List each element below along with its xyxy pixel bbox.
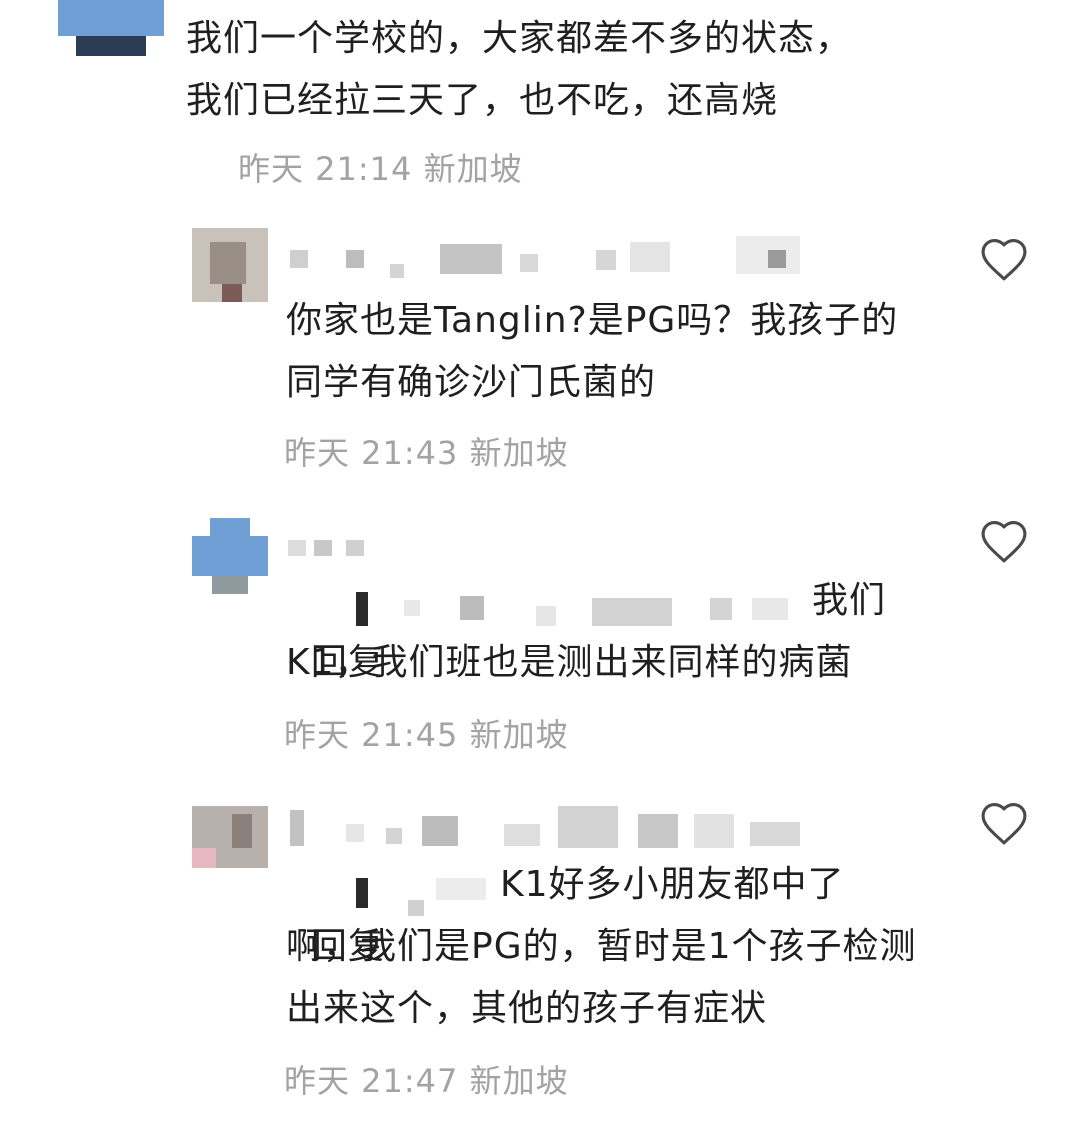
heart-outline-icon[interactable] <box>978 800 1030 846</box>
reply-time: 昨天 21:43 <box>284 434 459 472</box>
comment-avatar[interactable] <box>58 0 164 58</box>
reply-meta: 昨天 21:43 新加坡 <box>284 428 569 474</box>
reply-username-blurred[interactable] <box>290 806 810 850</box>
reply-text-tail: K1好多小朋友都中了 <box>500 864 845 905</box>
comment-time: 昨天 21:14 <box>238 150 413 188</box>
heart-outline-icon[interactable] <box>978 518 1030 564</box>
reply-location: 新加坡 <box>469 434 569 472</box>
reply-time: 昨天 21:45 <box>284 716 459 754</box>
reply-username-blurred[interactable] <box>290 236 810 280</box>
comment-meta: 昨天 21:14 新加坡 <box>238 144 523 190</box>
reply-avatar[interactable] <box>192 518 268 594</box>
mention-blurred[interactable] <box>356 870 496 918</box>
reply-avatar[interactable] <box>192 806 268 868</box>
reply-username-blurred[interactable] <box>288 536 388 560</box>
mention-blurred[interactable] <box>356 588 806 628</box>
reply-meta: 昨天 21:47 新加坡 <box>284 1056 569 1102</box>
reply-text: 你家也是Tanglin?是PG吗？我孩子的同学有确诊沙门氏菌的 <box>286 300 899 403</box>
reply-text: K1，我们班也是测出来同样的病菌 <box>286 642 853 683</box>
reply-location: 新加坡 <box>469 1062 569 1100</box>
reply-text-tail: 我们 <box>812 580 887 621</box>
reply-text: 啊，我们是PG的，暂时是1个孩子检测出来这个，其他的孩子有症状 <box>286 926 917 1029</box>
comment-text: 我们一个学校的，大家都差不多的状态，我们已经拉三天了，也不吃，还高烧 <box>186 18 853 121</box>
comment-location: 新加坡 <box>423 150 523 188</box>
reply-time: 昨天 21:47 <box>284 1062 459 1100</box>
reply-location: 新加坡 <box>469 716 569 754</box>
reply-avatar[interactable] <box>192 228 268 302</box>
heart-outline-icon[interactable] <box>978 236 1030 282</box>
reply-meta: 昨天 21:45 新加坡 <box>284 710 569 756</box>
